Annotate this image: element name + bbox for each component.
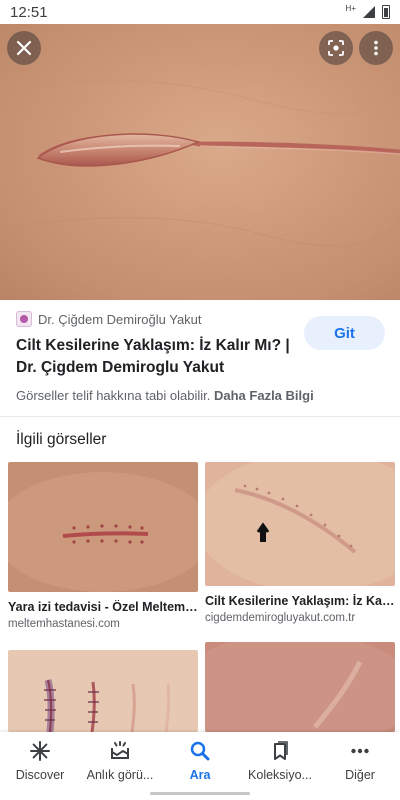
related-card[interactable] xyxy=(205,642,395,732)
status-bar: 12:51 H+ xyxy=(0,0,400,24)
more-options-button[interactable] xyxy=(359,31,393,65)
related-heading: İlgili görseller xyxy=(16,431,107,448)
snapshot-icon xyxy=(111,741,129,759)
bottom-navigation: Discover Anlık görü... Ara Koleksiyo... … xyxy=(0,732,400,800)
lens-button[interactable] xyxy=(319,31,353,65)
copyright-notice: Görseller telif hakkına tabi olabilir. D… xyxy=(16,388,314,403)
source-name: Dr. Çiğdem Demiroğlu Yakut xyxy=(38,311,202,327)
related-card-domain: meltemhastanesi.com xyxy=(8,618,120,630)
related-card[interactable]: Cilt Kesilerine Yaklaşım: İz Kalır Mı? c… xyxy=(205,462,395,624)
nav-label: Ara xyxy=(189,768,211,782)
suture-thumbnail xyxy=(8,650,198,732)
status-time: 12:51 xyxy=(10,3,48,21)
site-favicon xyxy=(16,311,32,327)
search-icon xyxy=(190,741,210,761)
signal-icon xyxy=(363,6,375,18)
asterisk-icon xyxy=(30,741,50,761)
related-thumbnail[interactable] xyxy=(205,642,395,732)
related-card[interactable] xyxy=(8,650,198,732)
nav-more[interactable]: Diğer xyxy=(320,732,400,800)
nav-collections[interactable]: Koleksiyo... xyxy=(240,732,320,800)
scar-thumbnail xyxy=(8,462,198,592)
source-row[interactable]: Dr. Çiğdem Demiroğlu Yakut xyxy=(16,311,202,327)
nav-snapshot[interactable]: Anlık görü... xyxy=(80,732,160,800)
related-card[interactable]: Yara izi tedavisi - Özel Meltem Hastanes… xyxy=(8,462,198,630)
nav-discover[interactable]: Discover xyxy=(0,732,80,800)
status-icons: H+ xyxy=(345,3,390,19)
more-horiz-icon xyxy=(351,748,369,754)
close-icon xyxy=(16,40,32,56)
divider xyxy=(0,416,400,417)
nav-label: Discover xyxy=(15,768,65,782)
more-info-link[interactable]: Daha Fazla Bilgi xyxy=(214,388,314,403)
related-card-title: Yara izi tedavisi - Özel Meltem Hastanes… xyxy=(8,600,198,614)
related-thumbnail[interactable] xyxy=(205,462,395,586)
nav-label: Koleksiyo... xyxy=(248,768,312,782)
main-image[interactable] xyxy=(0,24,400,300)
nav-label: Diğer xyxy=(345,768,375,782)
scar-thumbnail xyxy=(205,642,395,732)
related-thumbnail[interactable] xyxy=(8,650,198,732)
visit-button[interactable]: Git xyxy=(304,316,385,350)
network-type: H+ xyxy=(345,3,356,13)
nav-label: Anlık görü... xyxy=(86,768,154,782)
more-vert-icon xyxy=(374,40,378,56)
related-thumbnail[interactable] xyxy=(8,462,198,592)
lens-icon xyxy=(328,40,344,56)
collections-icon xyxy=(274,741,288,760)
copyright-text: Görseller telif hakkına tabi olabilir. xyxy=(16,388,211,403)
scar-thumbnail xyxy=(205,462,395,586)
nav-search[interactable]: Ara xyxy=(160,732,240,800)
result-title[interactable]: Cilt Kesilerine Yaklaşım: İz Kalır Mı? |… xyxy=(16,335,296,379)
scar-photo xyxy=(0,79,400,247)
battery-icon xyxy=(382,5,390,19)
related-card-title: Cilt Kesilerine Yaklaşım: İz Kalır Mı? xyxy=(205,594,395,608)
related-card-domain: cigdemdemirogluyakut.com.tr xyxy=(205,612,356,624)
close-button[interactable] xyxy=(7,31,41,65)
home-indicator xyxy=(150,792,250,795)
